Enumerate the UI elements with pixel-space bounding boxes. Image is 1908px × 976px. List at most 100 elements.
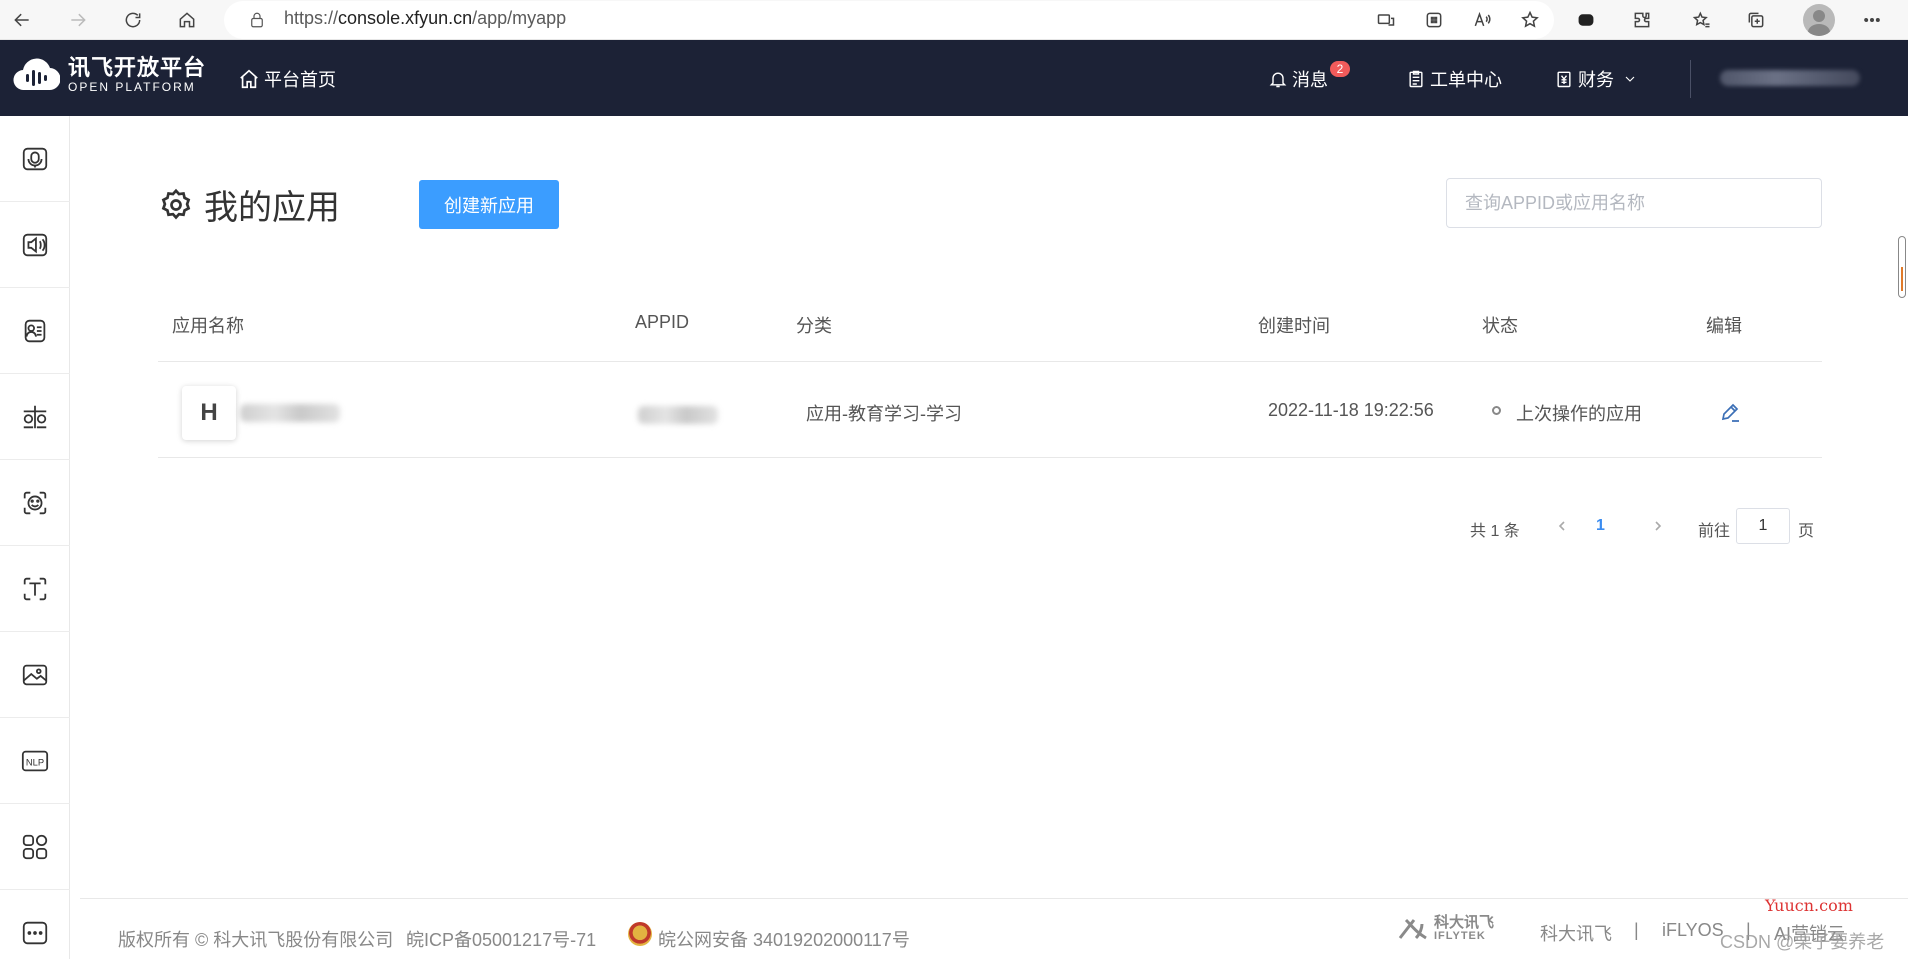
- logo-text: 讯飞开放平台 OPEN PLATFORM: [68, 56, 206, 95]
- nav-tickets-label: 工单中心: [1430, 70, 1502, 90]
- app-category: 应用-教育学习-学习: [806, 404, 962, 424]
- pagination: 共 1 条 1 前往 页: [1470, 508, 1822, 544]
- extensions-grid-button[interactable]: [1418, 4, 1450, 36]
- refresh-icon: [125, 12, 141, 28]
- table-row[interactable]: H 应用-教育学习-学习 2022-11-18 19:22:56 上次操作的应用: [158, 362, 1822, 458]
- arrow-right-icon: [71, 13, 86, 27]
- page-unit-label: 页: [1798, 523, 1815, 540]
- footer-icp-link[interactable]: 皖ICP备05001217号-71: [406, 926, 596, 952]
- page-title: 我的应用: [158, 180, 340, 229]
- scrollbar-thumb[interactable]: [1898, 236, 1906, 298]
- sidebar-item-more[interactable]: [0, 890, 70, 976]
- voice-print-icon: [24, 319, 46, 342]
- clipboard-icon: [1409, 70, 1423, 88]
- sidebar-item-speech-recognition[interactable]: [0, 116, 70, 202]
- bell-icon: [1269, 72, 1287, 88]
- url-prefix: https://: [284, 8, 339, 28]
- search-input[interactable]: [1446, 178, 1822, 228]
- iflytek-logo[interactable]: 科大讯飞 IFLYTEK: [1394, 915, 1494, 942]
- create-app-button[interactable]: 创建新应用: [419, 180, 559, 229]
- nav-divider: [1690, 60, 1691, 98]
- sidebar-item-voice-print[interactable]: [0, 288, 70, 374]
- pagination-total: 共 1 条: [1470, 523, 1520, 540]
- face-compare-icon: [23, 405, 47, 428]
- footer-link-iflyos[interactable]: iFLYOS: [1662, 920, 1724, 941]
- column-header-status: 状态: [1482, 316, 1518, 336]
- goto-label: 前往: [1698, 523, 1731, 540]
- cloud-logo-icon: [13, 58, 60, 91]
- speech-synthesis-icon: [22, 233, 48, 256]
- add-favorite-button[interactable]: [1514, 4, 1546, 36]
- arrow-left-icon: [14, 13, 29, 27]
- favorites-button[interactable]: [1686, 4, 1718, 36]
- forward-button[interactable]: [62, 4, 94, 36]
- logo-subtitle: OPEN PLATFORM: [68, 80, 196, 94]
- read-aloud-button[interactable]: [1466, 4, 1498, 36]
- nlp-icon: NLP: [21, 750, 49, 771]
- footer-copyright: 版权所有 © 科大讯飞股份有限公司: [118, 930, 394, 950]
- profile-avatar[interactable]: [1803, 4, 1835, 36]
- footer-separator: |: [1634, 920, 1639, 940]
- page-number-current[interactable]: 1: [1596, 517, 1605, 535]
- column-header-created: 创建时间: [1258, 316, 1330, 336]
- extension-button[interactable]: [1570, 4, 1602, 36]
- url-text: https://console.xfyun.cn/app/myapp: [284, 8, 566, 29]
- image-recognition-icon: [22, 664, 48, 685]
- refresh-button[interactable]: [117, 4, 149, 36]
- puzzle-icon: [1634, 12, 1650, 28]
- apps-grid-icon: [22, 834, 48, 859]
- top-navigation: 讯飞开放平台 OPEN PLATFORM 平台首页 消息 2 工单中心 财务: [0, 40, 1908, 116]
- sidebar-item-text-recognition[interactable]: [0, 546, 70, 632]
- grid-icon: [1426, 12, 1442, 28]
- sidebar-item-nlp[interactable]: NLP: [0, 718, 70, 804]
- app-table: 应用名称 APPID 分类 创建时间 状态 编辑 H 应用-教育学习-学习 20…: [158, 290, 1822, 458]
- address-bar[interactable]: https://console.xfyun.cn/app/myapp: [224, 1, 1554, 39]
- police-badge-icon: [628, 922, 652, 946]
- speech-recognition-icon: [22, 147, 48, 170]
- collections-icon: [1748, 12, 1764, 28]
- nav-platform-home[interactable]: 平台首页: [238, 66, 336, 92]
- message-count-badge: 2: [1330, 61, 1350, 77]
- product-sidebar: NLP: [0, 116, 70, 959]
- app-name-blurred[interactable]: [240, 404, 340, 422]
- home-icon: [240, 69, 258, 89]
- sidebar-item-apps[interactable]: [0, 804, 70, 890]
- iflytek-logo-en: IFLYTEK: [1434, 930, 1486, 942]
- extensions-button[interactable]: [1626, 4, 1658, 36]
- settings-more-button[interactable]: [1856, 4, 1888, 36]
- app-status: 上次操作的应用: [1516, 404, 1642, 424]
- nav-messages[interactable]: 消息 2: [1268, 61, 1350, 92]
- footer-link-iflytek[interactable]: 科大讯飞: [1540, 920, 1612, 946]
- app-available-button[interactable]: [1370, 4, 1402, 36]
- prev-page-button[interactable]: [1552, 514, 1572, 538]
- appid-blurred: [638, 406, 718, 424]
- gear-icon: [161, 188, 191, 219]
- column-header-category: 分类: [796, 316, 832, 336]
- column-header-edit: 编辑: [1706, 316, 1742, 336]
- page-title-text: 我的应用: [204, 189, 340, 227]
- footer-police-link[interactable]: 皖公网安备 34019202000117号: [658, 926, 910, 952]
- edit-button[interactable]: [1718, 400, 1742, 424]
- favorites-icon: [1692, 11, 1710, 28]
- sidebar-item-face-compare[interactable]: [0, 374, 70, 460]
- user-account-blurred[interactable]: [1720, 70, 1860, 86]
- platform-logo[interactable]: 讯飞开放平台 OPEN PLATFORM: [12, 56, 206, 94]
- collections-button[interactable]: [1740, 4, 1772, 36]
- back-button[interactable]: [6, 4, 38, 36]
- star-add-icon: [1521, 10, 1539, 28]
- footer: 版权所有 © 科大讯飞股份有限公司 皖ICP备05001217号-71 皖公网安…: [80, 898, 1908, 959]
- next-page-button[interactable]: [1648, 514, 1668, 538]
- extension-app-icon: [1578, 14, 1594, 26]
- more-icon: [22, 921, 48, 945]
- sidebar-item-speech-synthesis[interactable]: [0, 202, 70, 288]
- sidebar-item-face-recognition[interactable]: [0, 460, 70, 546]
- nav-finance[interactable]: 财务: [1554, 66, 1642, 92]
- nav-tickets[interactable]: 工单中心: [1406, 66, 1502, 92]
- url-path: /app/myapp: [472, 8, 567, 28]
- nav-finance-label: 财务: [1578, 70, 1614, 90]
- app-install-icon: [1377, 14, 1395, 26]
- face-recognition-icon: [23, 491, 47, 514]
- sidebar-item-image-recognition[interactable]: [0, 632, 70, 718]
- goto-page-input[interactable]: [1736, 508, 1790, 544]
- home-browser-button[interactable]: [171, 4, 203, 36]
